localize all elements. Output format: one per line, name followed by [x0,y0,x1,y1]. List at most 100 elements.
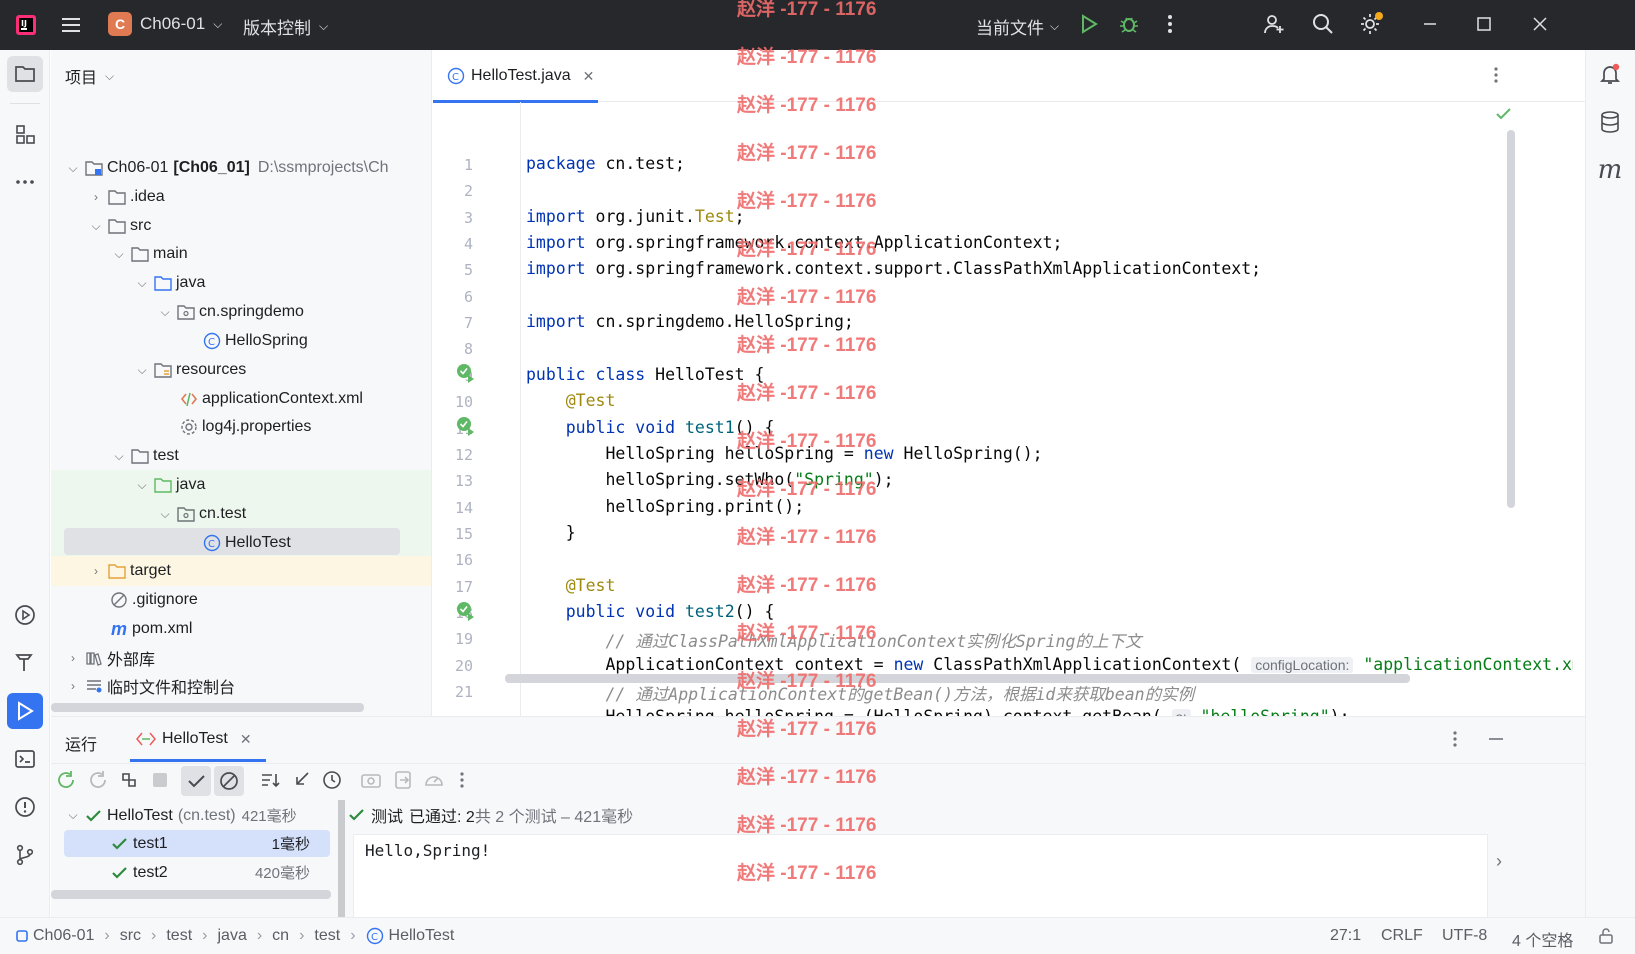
notifications-tool-button[interactable] [1592,56,1628,92]
tree-item-test[interactable]: ⌵ test [51,441,431,471]
tab-options-icon[interactable] [1489,65,1503,90]
close-window-icon[interactable] [1530,14,1550,34]
chevron-down-icon: ⌵ [105,68,115,83]
tree-item-test-java[interactable]: ⌵ java [51,470,431,500]
close-tab-icon[interactable]: ✕ [583,68,595,85]
left-tool-strip [0,50,50,917]
indent-setting[interactable]: 4 个空格 [1512,927,1573,951]
run-tool-button[interactable] [7,693,43,729]
rerun-failed-icon[interactable] [86,768,110,797]
breadcrumb-item[interactable]: test [166,927,192,945]
tree-label: cn.springdemo [199,303,304,320]
rerun-icon[interactable] [54,768,78,797]
horizontal-scrollbar[interactable] [505,674,1410,683]
search-icon[interactable] [1311,12,1335,36]
camera-icon[interactable] [359,768,383,797]
maven-tool-button[interactable]: m [1592,152,1628,188]
tree-item-resources[interactable]: ⌵ resources [51,355,431,385]
more-vertical-icon[interactable] [1160,13,1180,35]
ide-logo-icon[interactable]: IJ [14,13,38,37]
caret-position[interactable]: 27:1 [1330,927,1361,945]
breadcrumb-item[interactable]: HelloTest [389,927,455,945]
tree-item-applicationcontext-xml[interactable]: applicationContext.xml [51,384,431,414]
bell-icon [1599,63,1621,84]
more-vertical-icon[interactable] [455,768,469,797]
horizontal-scrollbar[interactable] [51,890,331,899]
tree-item-main-java[interactable]: ⌵ java [51,268,431,298]
debug-icon[interactable] [1118,13,1140,35]
terminal-tool-button[interactable] [7,741,43,777]
breadcrumb-item[interactable]: java [217,927,246,945]
problems-tool-button[interactable] [7,789,43,825]
tree-label[interactable]: HelloTest [225,534,291,552]
collapse-all-icon[interactable] [289,768,313,797]
tree-item-target[interactable]: › target [51,556,431,586]
tree-item-src[interactable]: ⌵ src [51,211,431,241]
tree-item-root[interactable]: ⌵ Ch06-01 [Ch06_01] D:\ssmprojects\Ch [51,153,431,183]
test-duration: 1毫秒 [271,836,310,853]
services-tool-button[interactable] [7,597,43,633]
breadcrumb-item[interactable]: src [120,927,141,945]
tree-item-pom-xml[interactable]: m pom.xml [51,614,431,644]
show-ignored-toggle[interactable] [214,766,244,796]
tree-item-cn-springdemo[interactable]: ⌵ cn.springdemo [51,297,431,327]
main-menu-icon[interactable] [60,14,82,36]
breadcrumb-item[interactable]: cn [272,927,289,945]
code-view[interactable]: package cn.test; import org.junit.Test; … [433,102,1573,716]
history-icon[interactable] [320,768,344,797]
scratches-icon [85,677,103,695]
test-row[interactable]: test2 420毫秒 [64,859,330,886]
panel-splitter[interactable] [338,800,345,918]
tree-item-cn-test[interactable]: ⌵ cn.test [51,499,431,529]
tree-item-gitignore[interactable]: .gitignore [51,585,431,615]
vcs-menu[interactable]: 版本控制 ⌵ [243,14,328,39]
git-tool-button[interactable] [7,837,43,873]
tree-item-hellospring[interactable]: C HelloSpring [51,326,431,356]
file-encoding[interactable]: UTF-8 [1442,927,1487,945]
horizontal-scrollbar[interactable] [51,703,364,712]
status-passed: 已通过: 2 [409,809,475,826]
no-problems-check-icon[interactable] [1495,106,1513,127]
hide-panel-icon[interactable] [1486,729,1506,754]
tree-item-main[interactable]: ⌵ main [51,239,431,269]
show-passed-toggle[interactable] [181,766,211,796]
sort-icon[interactable] [258,768,282,797]
stop-icon[interactable] [148,768,172,797]
import-icon[interactable] [391,768,415,797]
more-tools-button[interactable] [7,164,43,200]
settings-gear-icon[interactable] [1358,11,1384,37]
run-config-selector[interactable]: 当前文件 ⌵ [976,14,1059,39]
structure-tool-button[interactable] [7,116,43,152]
project-view-selector[interactable]: 项目 ⌵ [65,64,114,88]
readonly-lock-icon[interactable] [1597,927,1615,950]
breadcrumb-item[interactable]: Ch06-01 [33,927,94,945]
minimize-icon[interactable] [1420,14,1440,34]
tree-item-idea[interactable]: › .idea [51,182,431,212]
active-tab-indicator [130,759,266,762]
tree-label: HelloSpring [225,332,308,349]
run-tab-hellotest[interactable]: HelloTest ✕ [130,717,266,762]
run-icon[interactable] [1078,13,1100,35]
add-user-icon[interactable] [1262,12,1286,36]
console-output[interactable]: Hello,Spring! [353,834,1488,918]
test-suite-row[interactable]: ⌵ HelloTest (cn.test) 421毫秒 [65,805,296,826]
close-tab-icon[interactable]: ✕ [240,731,252,748]
tree-item-scratches[interactable]: › 临时文件和控制台 [51,671,431,701]
database-tool-button[interactable] [1592,104,1628,140]
breadcrumb-item[interactable]: test [314,927,340,945]
build-tool-button[interactable] [7,644,43,680]
test-row-selected[interactable]: test1 1毫秒 [64,830,330,857]
tree-item-external-libraries[interactable]: › 外部库 [51,643,431,673]
chevron-right-icon[interactable]: › [1496,851,1502,872]
tree-item-log4j-properties[interactable]: log4j.properties [51,412,431,442]
line-separator[interactable]: CRLF [1381,927,1423,945]
project-tool-button[interactable] [7,56,43,92]
editor-tab-hellotest[interactable]: C HelloTest.java ✕ [433,50,598,103]
run-options-icon[interactable] [1448,729,1462,754]
toggle-auto-test-icon[interactable] [117,768,141,797]
maximize-icon[interactable] [1474,14,1494,34]
coverage-icon[interactable] [422,768,446,797]
string-literal: "Spring" [794,470,874,489]
vertical-scrollbar[interactable] [1507,130,1515,508]
project-switcher[interactable]: C Ch06-01 ⌵ [108,12,222,36]
